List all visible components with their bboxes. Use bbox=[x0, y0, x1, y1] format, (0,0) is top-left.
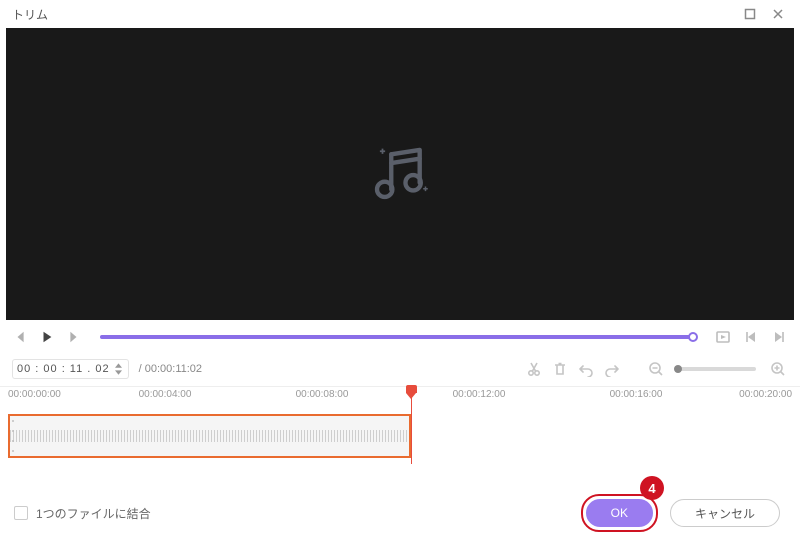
step-back-button[interactable] bbox=[742, 328, 760, 346]
progress-bar[interactable] bbox=[100, 329, 696, 345]
timeline-ruler[interactable]: 00:00:00:00 00:00:04:00 00:00:08:00 00:0… bbox=[0, 386, 800, 410]
time-stepper[interactable] bbox=[114, 362, 124, 376]
footer: 1つのファイルに結合 4 OK キャンセル bbox=[0, 489, 800, 545]
ruler-tick: 00:00:08:00 bbox=[296, 389, 349, 400]
tool-row: 00 : 00 : 11 . 02 / 00:00:11:02 bbox=[0, 354, 800, 384]
merge-files-checkbox[interactable]: 1つのファイルに結合 bbox=[14, 505, 151, 522]
audio-clip[interactable] bbox=[8, 414, 411, 458]
ruler-tick: 00:00:12:00 bbox=[453, 389, 506, 400]
close-button[interactable] bbox=[764, 2, 792, 26]
cut-button[interactable] bbox=[524, 359, 544, 379]
redo-button[interactable] bbox=[602, 359, 622, 379]
progress-knob[interactable] bbox=[688, 332, 698, 342]
callout-badge: 4 bbox=[640, 476, 664, 500]
timeline[interactable]: 00:00:00:00 00:00:04:00 00:00:08:00 00:0… bbox=[0, 386, 800, 468]
prev-frame-button[interactable] bbox=[12, 328, 30, 346]
current-time-input[interactable]: 00 : 00 : 11 . 02 bbox=[12, 359, 129, 379]
zoom-out-button[interactable] bbox=[646, 359, 666, 379]
ok-highlight: 4 OK bbox=[581, 494, 658, 532]
checkbox-icon[interactable] bbox=[14, 506, 28, 520]
zoom-in-button[interactable] bbox=[768, 359, 788, 379]
merge-label: 1つのファイルに結合 bbox=[36, 505, 151, 522]
zoom-slider[interactable] bbox=[678, 367, 756, 371]
window-title: トリム bbox=[12, 6, 48, 23]
stepper-up[interactable] bbox=[114, 362, 124, 369]
preview-area bbox=[6, 28, 794, 320]
playback-controls bbox=[0, 320, 800, 354]
total-time-label: / 00:00:11:02 bbox=[139, 363, 202, 375]
step-forward-button[interactable] bbox=[770, 328, 788, 346]
delete-button[interactable] bbox=[550, 359, 570, 379]
maximize-button[interactable] bbox=[736, 2, 764, 26]
stepper-down[interactable] bbox=[114, 369, 124, 376]
title-bar: トリム bbox=[0, 0, 800, 28]
current-time-value: 00 : 00 : 11 . 02 bbox=[17, 363, 110, 375]
play-button[interactable] bbox=[38, 328, 56, 346]
timeline-playhead[interactable] bbox=[411, 386, 412, 464]
ruler-tick: 00:00:04:00 bbox=[139, 389, 192, 400]
cancel-button[interactable]: キャンセル bbox=[670, 499, 780, 527]
ruler-tick: 00:00:16:00 bbox=[610, 389, 663, 400]
snapshot-button[interactable] bbox=[714, 328, 732, 346]
track-area[interactable] bbox=[0, 410, 800, 468]
ruler-tick: 00:00:20:00 bbox=[739, 389, 792, 400]
zoom-knob[interactable] bbox=[674, 365, 682, 373]
next-frame-button[interactable] bbox=[64, 328, 82, 346]
music-note-icon bbox=[365, 139, 435, 209]
waveform bbox=[10, 430, 409, 442]
undo-button[interactable] bbox=[576, 359, 596, 379]
ruler-tick: 00:00:00:00 bbox=[8, 389, 61, 400]
ok-button[interactable]: OK bbox=[586, 499, 653, 527]
